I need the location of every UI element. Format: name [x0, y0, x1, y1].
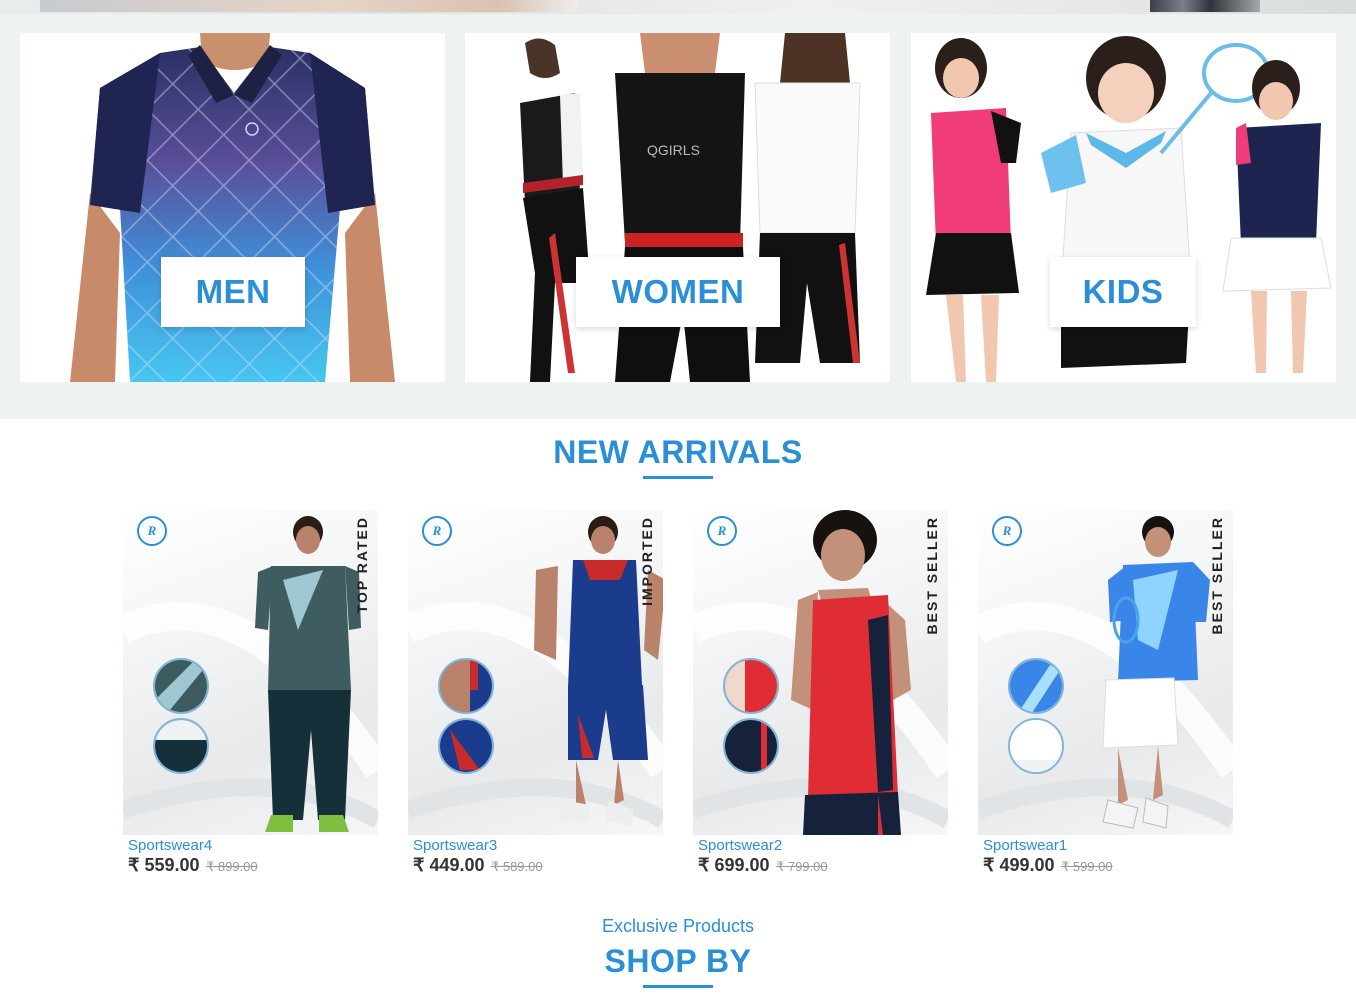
product-image[interactable]: R BEST SELLER	[693, 510, 948, 835]
current-price: ₹ 699.00	[698, 855, 770, 875]
detail-thumbnail-icon	[438, 658, 494, 714]
category-card-kids[interactable]: KIDS	[911, 33, 1336, 382]
category-section: MEN QGIRLS WOMEN KIDS	[0, 14, 1356, 419]
category-card-women[interactable]: QGIRLS WOMEN	[465, 33, 890, 382]
new-arrivals-title: NEW ARRIVALS	[553, 434, 803, 470]
category-card-men[interactable]: MEN	[20, 33, 445, 382]
original-price: ₹ 589.00	[490, 859, 543, 874]
product-name[interactable]: Sportswear3	[408, 837, 663, 854]
product-price: ₹ 449.00 ₹ 589.00	[408, 855, 663, 876]
detail-thumbnail-icon	[1008, 658, 1064, 714]
brand-logo-icon: R	[992, 516, 1022, 546]
men-category-image	[20, 33, 445, 382]
detail-thumbnail-icon	[438, 718, 494, 774]
current-price: ₹ 559.00	[128, 855, 200, 875]
detail-thumbnail-icon	[723, 718, 779, 774]
shop-by-subtitle: Exclusive Products	[601, 916, 755, 936]
brand-logo-icon: R	[422, 516, 452, 546]
current-price: ₹ 499.00	[983, 855, 1055, 875]
brand-logo-icon: R	[137, 516, 167, 546]
kids-category-image	[911, 33, 1336, 382]
category-label-men[interactable]: MEN	[161, 257, 305, 327]
original-price: ₹ 599.00	[1060, 859, 1113, 874]
detail-thumbnail-icon	[153, 718, 209, 774]
brand-logo-icon: R	[707, 516, 737, 546]
product-card[interactable]: R BEST SELLER Sportswear2 ₹ 699.00 ₹ 799…	[693, 510, 948, 876]
original-price: ₹ 899.00	[205, 859, 258, 874]
product-image[interactable]: R IMPORTED	[408, 510, 663, 835]
women-category-image: QGIRLS	[465, 33, 890, 382]
product-card[interactable]: R BEST SELLER Sportswear1 ₹ 499.00 ₹ 599…	[978, 510, 1233, 876]
product-name[interactable]: Sportswear1	[978, 837, 1233, 854]
new-arrivals-underline	[643, 476, 713, 479]
product-price: ₹ 699.00 ₹ 799.00	[693, 855, 948, 876]
current-price: ₹ 449.00	[413, 855, 485, 875]
detail-thumbnail-icon	[723, 658, 779, 714]
shop-by-underline	[643, 985, 713, 988]
product-image[interactable]: R BEST SELLER	[978, 510, 1233, 835]
product-name[interactable]: Sportswear4	[123, 837, 378, 854]
product-image[interactable]: R TOP RATED	[123, 510, 378, 835]
product-badge: BEST SELLER	[924, 516, 940, 635]
svg-text:QGIRLS: QGIRLS	[647, 142, 700, 158]
shop-by-title: SHOP BY	[604, 943, 752, 979]
detail-thumbnail-icon	[1008, 718, 1064, 774]
product-badge: IMPORTED	[639, 516, 655, 606]
product-card[interactable]: R IMPORTED Sportswear3 ₹ 449.00 ₹ 589.00	[408, 510, 663, 876]
product-badge: BEST SELLER	[1209, 516, 1225, 635]
original-price: ₹ 799.00	[775, 859, 828, 874]
category-label-kids[interactable]: KIDS	[1050, 257, 1196, 327]
product-card[interactable]: R TOP RATED Sportswear4 ₹ 559.00 ₹ 899.0…	[123, 510, 378, 876]
product-badge: TOP RATED	[354, 516, 370, 614]
category-label-women[interactable]: WOMEN	[576, 257, 780, 327]
product-price: ₹ 559.00 ₹ 899.00	[123, 855, 378, 876]
detail-thumbnail-icon	[153, 658, 209, 714]
product-name[interactable]: Sportswear2	[693, 837, 948, 854]
hero-banner-bottom	[0, 0, 1356, 14]
product-price: ₹ 499.00 ₹ 599.00	[978, 855, 1233, 876]
